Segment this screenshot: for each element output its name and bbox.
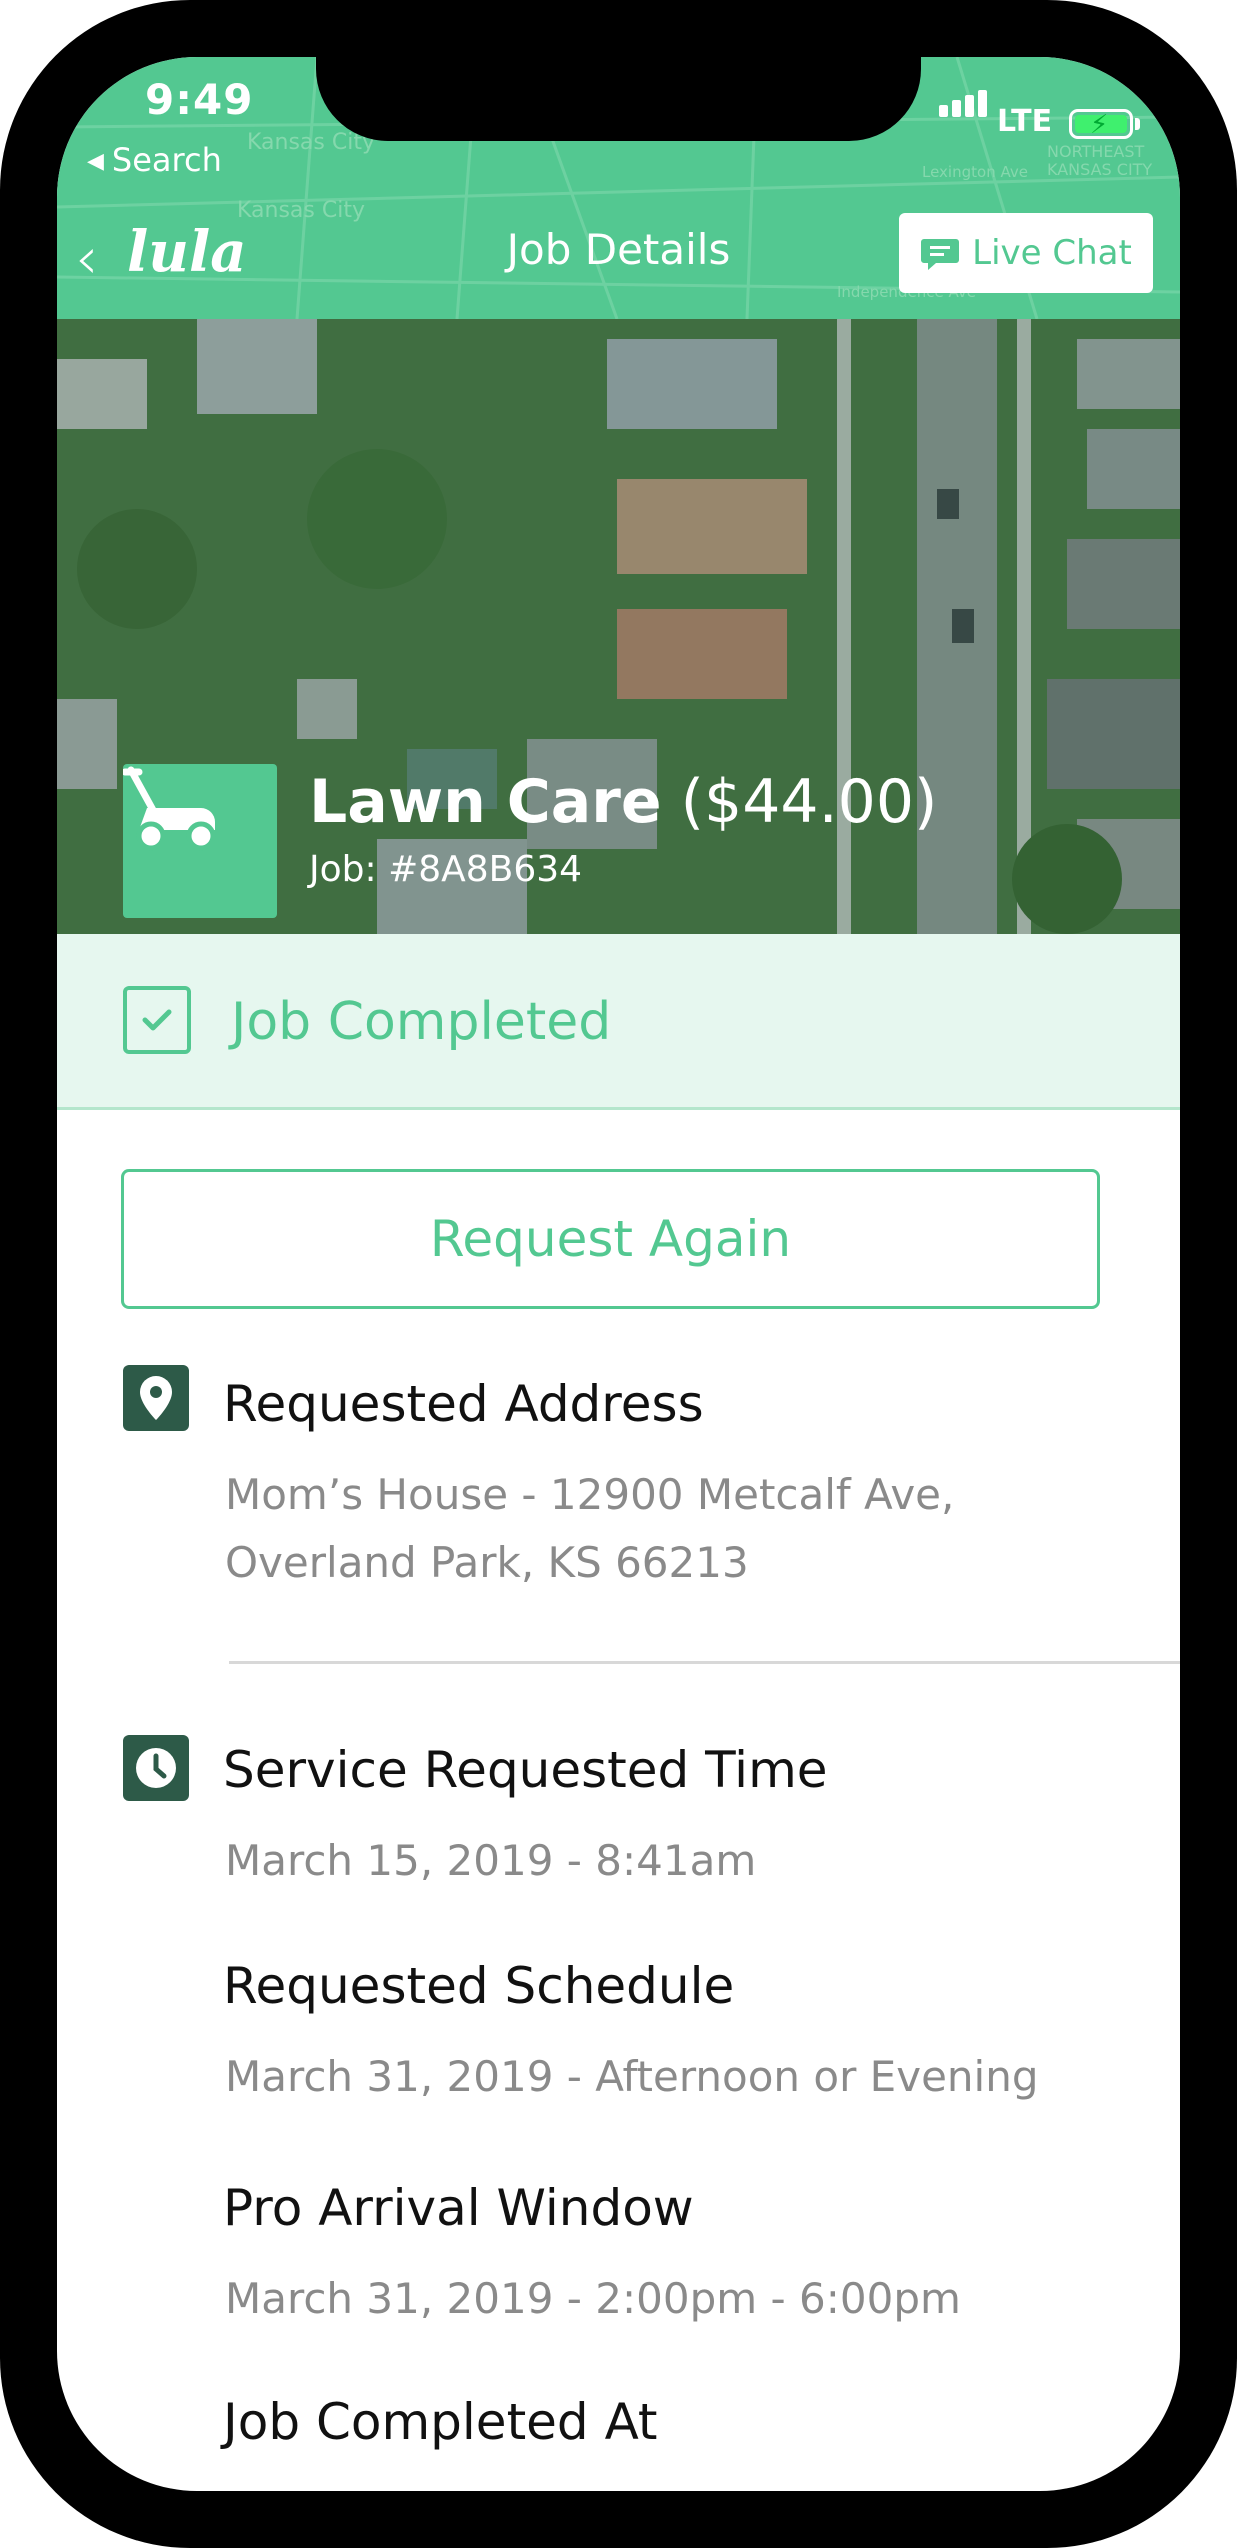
live-chat-button[interactable]: Live Chat [899, 213, 1153, 293]
service-price: ($44.00) [680, 767, 938, 837]
requested-address-line1: Mom’s House - 12900 Metcalf Ave, [225, 1470, 955, 1519]
job-id: Job: #8A8B634 [309, 849, 583, 890]
requested-address-label: Requested Address [223, 1375, 704, 1433]
back-triangle-icon: ◀ [87, 149, 104, 174]
clock-icon [123, 1735, 189, 1801]
section-divider [229, 1661, 1180, 1664]
job-completed-at-label: Job Completed At [223, 2393, 658, 2451]
status-time: 9:49 [145, 75, 254, 124]
service-requested-time-value: March 15, 2019 - 8:41am [225, 1836, 757, 1885]
map-label: Lexington Ave [922, 163, 1028, 181]
job-service-title: Lawn Care ($44.00) [309, 767, 937, 837]
service-requested-time-label: Service Requested Time [223, 1741, 828, 1799]
live-chat-label: Live Chat [972, 233, 1132, 273]
pro-arrival-window-value: March 31, 2019 - 2:00pm - 6:00pm [225, 2274, 961, 2323]
requested-schedule-label: Requested Schedule [223, 1957, 735, 2015]
map-label: KANSAS CITY [1047, 160, 1152, 179]
request-again-button[interactable]: Request Again [121, 1169, 1100, 1309]
battery-icon: ⚡ [1069, 109, 1133, 140]
map-label: NORTHEAST [1047, 142, 1145, 161]
pro-arrival-window-label: Pro Arrival Window [223, 2179, 694, 2237]
job-status-label: Job Completed [231, 992, 612, 1052]
device-notch [316, 57, 921, 141]
requested-schedule-value: March 31, 2019 - Afternoon or Evening [225, 2052, 1039, 2101]
app-screen: Kansas City Kansas City NORTHEAST KANSAS… [57, 57, 1180, 2491]
location-pin-icon [123, 1365, 189, 1431]
chat-bubble-icon [921, 239, 960, 270]
battery-cap [1135, 118, 1140, 130]
map-label: Kansas City [237, 198, 365, 223]
check-square-icon [123, 986, 191, 1054]
property-aerial-image: Lawn Care ($44.00) Job: #8A8B634 [57, 319, 1180, 934]
network-type: LTE [997, 104, 1053, 139]
status-back-to-search[interactable]: ◀ Search [87, 141, 222, 179]
requested-address-line2: Overland Park, KS 66213 [225, 1538, 749, 1587]
phone-frame: Kansas City Kansas City NORTHEAST KANSAS… [0, 0, 1237, 2548]
lawn-mower-icon [123, 764, 277, 918]
status-back-label: Search [111, 141, 222, 179]
job-status-banner: Job Completed [57, 934, 1180, 1110]
service-name: Lawn Care [309, 767, 662, 837]
